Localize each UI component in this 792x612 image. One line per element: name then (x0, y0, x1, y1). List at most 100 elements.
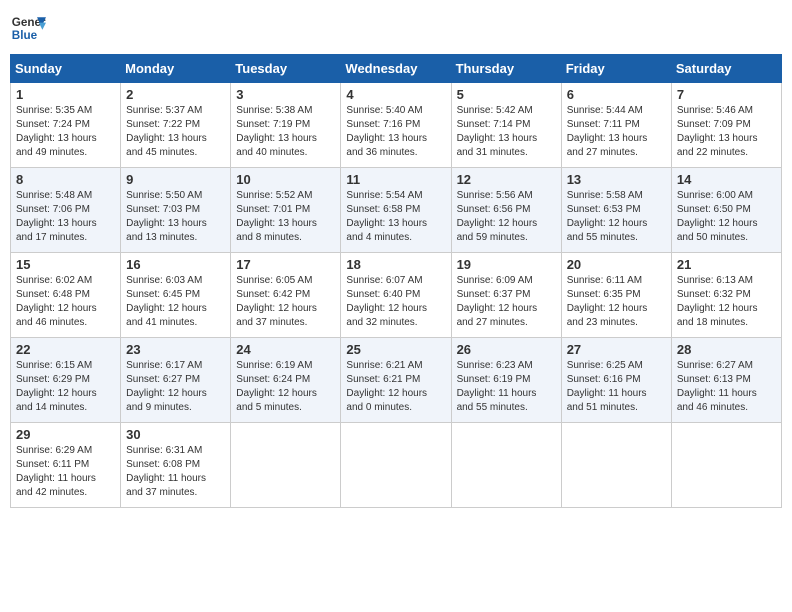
day-cell: 23 Sunrise: 6:17 AM Sunset: 6:27 PM Dayli… (121, 338, 231, 423)
day-cell: 25 Sunrise: 6:21 AM Sunset: 6:21 PM Dayli… (341, 338, 451, 423)
day-number: 16 (126, 257, 225, 272)
day-number: 25 (346, 342, 445, 357)
day-info: Sunrise: 6:19 AM Sunset: 6:24 PM Dayligh… (236, 359, 335, 415)
day-number: 12 (457, 172, 556, 187)
day-number: 5 (457, 87, 556, 102)
day-cell: 18 Sunrise: 6:07 AM Sunset: 6:40 PM Dayli… (341, 253, 451, 338)
day-number: 2 (126, 87, 225, 102)
day-info: Sunrise: 6:03 AM Sunset: 6:45 PM Dayligh… (126, 274, 225, 330)
day-info: Sunrise: 6:13 AM Sunset: 6:32 PM Dayligh… (677, 274, 776, 330)
day-cell: 21 Sunrise: 6:13 AM Sunset: 6:32 PM Dayli… (671, 253, 781, 338)
day-number: 11 (346, 172, 445, 187)
day-cell (671, 423, 781, 508)
day-info: Sunrise: 5:50 AM Sunset: 7:03 PM Dayligh… (126, 189, 225, 245)
day-cell: 4Sunrise: 5:40 AM Sunset: 7:16 PM Daylig… (341, 83, 451, 168)
day-header-sunday: Sunday (11, 55, 121, 83)
day-info: Sunrise: 6:17 AM Sunset: 6:27 PM Dayligh… (126, 359, 225, 415)
day-info: Sunrise: 6:00 AM Sunset: 6:50 PM Dayligh… (677, 189, 776, 245)
day-cell: 27 Sunrise: 6:25 AM Sunset: 6:16 PM Dayli… (561, 338, 671, 423)
day-number: 30 (126, 427, 225, 442)
day-cell: 11 Sunrise: 5:54 AM Sunset: 6:58 PM Dayli… (341, 168, 451, 253)
day-header-thursday: Thursday (451, 55, 561, 83)
day-number: 13 (567, 172, 666, 187)
day-number: 14 (677, 172, 776, 187)
day-cell: 24 Sunrise: 6:19 AM Sunset: 6:24 PM Dayli… (231, 338, 341, 423)
day-cell: 1 Sunrise: 5:35 AM Sunset: 7:24 PM Daylig… (11, 83, 121, 168)
day-cell: 15 Sunrise: 6:02 AM Sunset: 6:48 PM Dayli… (11, 253, 121, 338)
day-number: 21 (677, 257, 776, 272)
day-info: Sunrise: 6:27 AM Sunset: 6:13 PM Dayligh… (677, 359, 776, 415)
day-info: Sunrise: 6:11 AM Sunset: 6:35 PM Dayligh… (567, 274, 666, 330)
day-number: 6 (567, 87, 666, 102)
day-info: Sunrise: 6:02 AM Sunset: 6:48 PM Dayligh… (16, 274, 115, 330)
day-cell: 2 Sunrise: 5:37 AM Sunset: 7:22 PM Daylig… (121, 83, 231, 168)
day-info: Sunrise: 5:35 AM Sunset: 7:24 PM Dayligh… (16, 104, 115, 160)
week-row-5: 29 Sunrise: 6:29 AM Sunset: 6:11 PM Dayli… (11, 423, 782, 508)
day-cell: 14 Sunrise: 6:00 AM Sunset: 6:50 PM Dayli… (671, 168, 781, 253)
svg-text:Blue: Blue (12, 29, 38, 42)
week-row-1: 1 Sunrise: 5:35 AM Sunset: 7:24 PM Daylig… (11, 83, 782, 168)
day-cell (341, 423, 451, 508)
day-number: 1 (16, 87, 115, 102)
day-info: Sunrise: 5:42 AM Sunset: 7:14 PM Dayligh… (457, 104, 556, 160)
day-cell: 3Sunrise: 5:38 AM Sunset: 7:19 PM Daylig… (231, 83, 341, 168)
day-info: Sunrise: 5:38 AM Sunset: 7:19 PM Dayligh… (236, 104, 335, 160)
day-number: 29 (16, 427, 115, 442)
day-cell: 5 Sunrise: 5:42 AM Sunset: 7:14 PM Daylig… (451, 83, 561, 168)
day-info: Sunrise: 6:05 AM Sunset: 6:42 PM Dayligh… (236, 274, 335, 330)
day-number: 10 (236, 172, 335, 187)
day-cell: 16 Sunrise: 6:03 AM Sunset: 6:45 PM Dayli… (121, 253, 231, 338)
day-cell (561, 423, 671, 508)
day-cell: 19 Sunrise: 6:09 AM Sunset: 6:37 PM Dayli… (451, 253, 561, 338)
day-cell: 12 Sunrise: 5:56 AM Sunset: 6:56 PM Dayli… (451, 168, 561, 253)
day-number: 17 (236, 257, 335, 272)
day-number: 15 (16, 257, 115, 272)
day-cell: 10 Sunrise: 5:52 AM Sunset: 7:01 PM Dayli… (231, 168, 341, 253)
day-header-saturday: Saturday (671, 55, 781, 83)
week-row-4: 22 Sunrise: 6:15 AM Sunset: 6:29 PM Dayli… (11, 338, 782, 423)
day-cell: 29 Sunrise: 6:29 AM Sunset: 6:11 PM Dayli… (11, 423, 121, 508)
day-info: Sunrise: 5:44 AM Sunset: 7:11 PM Dayligh… (567, 104, 666, 160)
day-info: Sunrise: 6:21 AM Sunset: 6:21 PM Dayligh… (346, 359, 445, 415)
logo: General Blue (10, 10, 46, 46)
calendar-table: SundayMondayTuesdayWednesdayThursdayFrid… (10, 54, 782, 508)
page-header: General Blue (10, 10, 782, 46)
day-number: 22 (16, 342, 115, 357)
day-info: Sunrise: 5:54 AM Sunset: 6:58 PM Dayligh… (346, 189, 445, 245)
day-header-tuesday: Tuesday (231, 55, 341, 83)
day-number: 24 (236, 342, 335, 357)
day-number: 28 (677, 342, 776, 357)
day-info: Sunrise: 6:07 AM Sunset: 6:40 PM Dayligh… (346, 274, 445, 330)
day-number: 19 (457, 257, 556, 272)
day-number: 8 (16, 172, 115, 187)
day-info: Sunrise: 5:37 AM Sunset: 7:22 PM Dayligh… (126, 104, 225, 160)
logo-icon: General Blue (10, 10, 46, 46)
day-cell: 6 Sunrise: 5:44 AM Sunset: 7:11 PM Daylig… (561, 83, 671, 168)
day-number: 27 (567, 342, 666, 357)
week-row-2: 8 Sunrise: 5:48 AM Sunset: 7:06 PM Daylig… (11, 168, 782, 253)
day-info: Sunrise: 5:56 AM Sunset: 6:56 PM Dayligh… (457, 189, 556, 245)
day-number: 18 (346, 257, 445, 272)
day-cell: 7 Sunrise: 5:46 AM Sunset: 7:09 PM Daylig… (671, 83, 781, 168)
day-info: Sunrise: 6:15 AM Sunset: 6:29 PM Dayligh… (16, 359, 115, 415)
day-info: Sunrise: 6:25 AM Sunset: 6:16 PM Dayligh… (567, 359, 666, 415)
day-number: 26 (457, 342, 556, 357)
day-info: Sunrise: 6:29 AM Sunset: 6:11 PM Dayligh… (16, 444, 115, 500)
day-cell: 26Sunrise: 6:23 AM Sunset: 6:19 PM Dayli… (451, 338, 561, 423)
week-row-3: 15 Sunrise: 6:02 AM Sunset: 6:48 PM Dayli… (11, 253, 782, 338)
day-header-monday: Monday (121, 55, 231, 83)
day-info: Sunrise: 5:58 AM Sunset: 6:53 PM Dayligh… (567, 189, 666, 245)
day-number: 4 (346, 87, 445, 102)
day-cell: 13 Sunrise: 5:58 AM Sunset: 6:53 PM Dayli… (561, 168, 671, 253)
day-cell: 8 Sunrise: 5:48 AM Sunset: 7:06 PM Daylig… (11, 168, 121, 253)
day-number: 9 (126, 172, 225, 187)
day-info: Sunrise: 6:09 AM Sunset: 6:37 PM Dayligh… (457, 274, 556, 330)
day-info: Sunrise: 5:48 AM Sunset: 7:06 PM Dayligh… (16, 189, 115, 245)
day-number: 7 (677, 87, 776, 102)
day-info: Sunrise: 5:52 AM Sunset: 7:01 PM Dayligh… (236, 189, 335, 245)
day-cell (231, 423, 341, 508)
day-info: Sunrise: 6:31 AM Sunset: 6:08 PM Dayligh… (126, 444, 225, 500)
day-number: 23 (126, 342, 225, 357)
day-info: Sunrise: 5:46 AM Sunset: 7:09 PM Dayligh… (677, 104, 776, 160)
day-cell: 9 Sunrise: 5:50 AM Sunset: 7:03 PM Daylig… (121, 168, 231, 253)
